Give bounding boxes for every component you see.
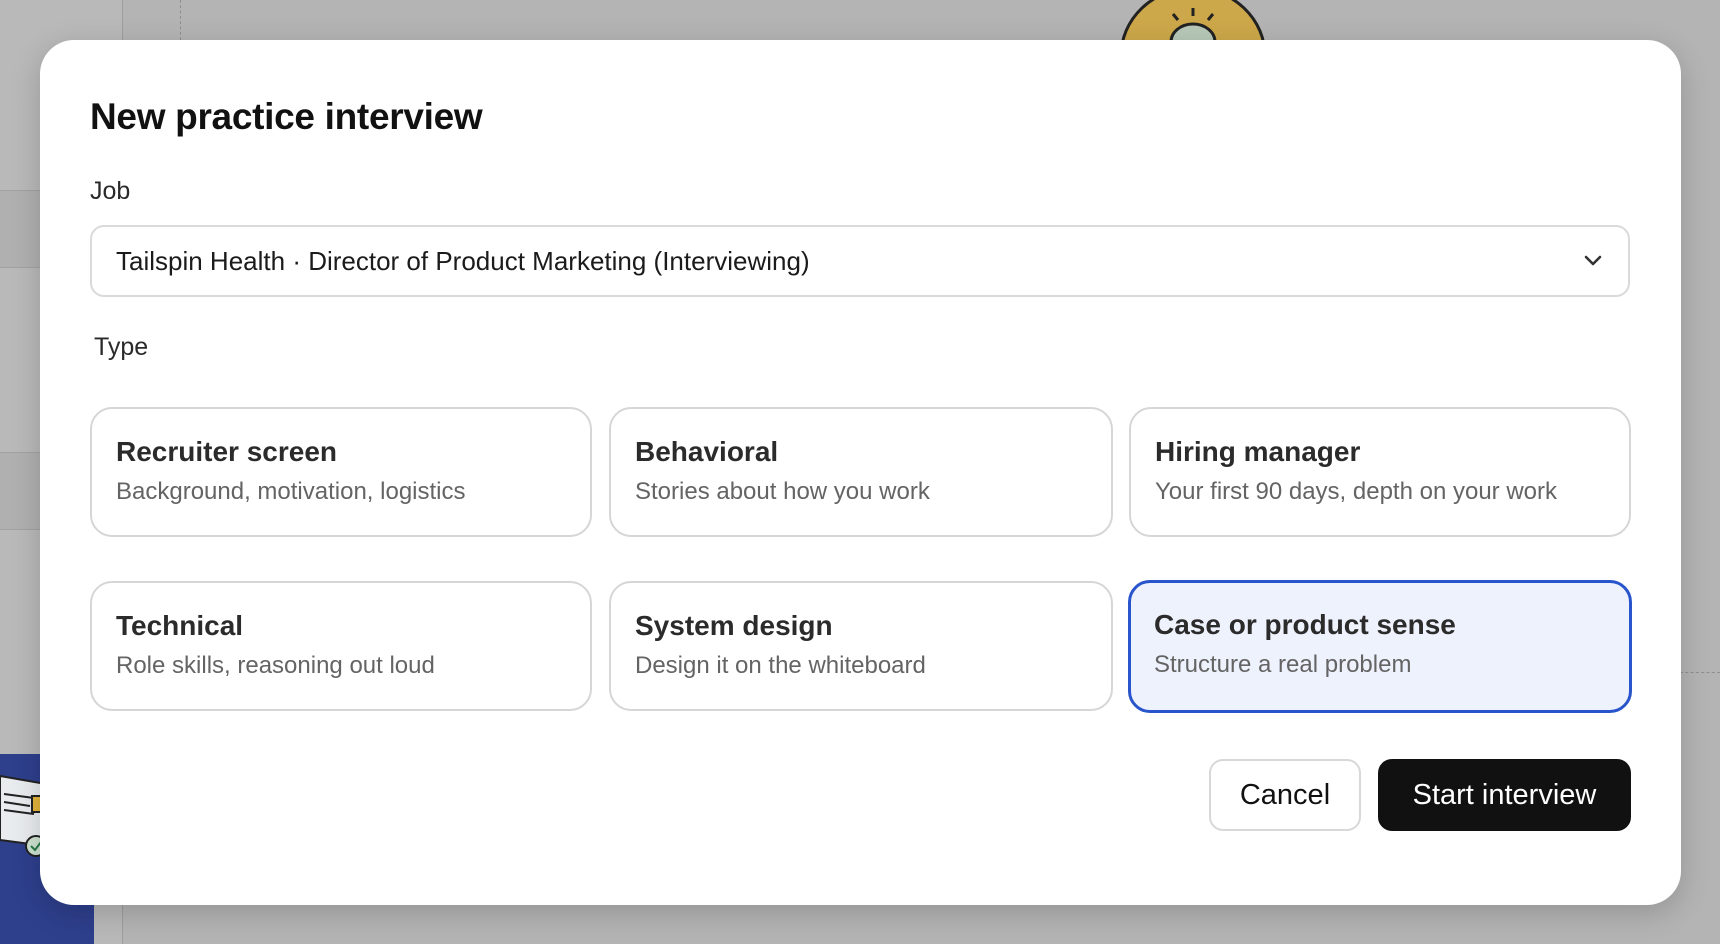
- job-select-value: Tailspin Health · Director of Product Ma…: [116, 245, 810, 276]
- background-divider: [180, 0, 181, 40]
- type-option-hiring-manager[interactable]: Hiring manager Your first 90 days, depth…: [1129, 407, 1631, 537]
- type-option-subtitle: Your first 90 days, depth on your work: [1155, 478, 1557, 505]
- type-option-case-or-product-sense[interactable]: Case or product sense Structure a real p…: [1128, 580, 1632, 713]
- type-option-title: Case or product sense: [1154, 609, 1456, 640]
- new-practice-interview-dialog: New practice interview Job Tailspin Heal…: [40, 40, 1681, 905]
- type-option-subtitle: Design it on the whiteboard: [635, 652, 926, 679]
- job-select[interactable]: Tailspin Health · Director of Product Ma…: [90, 225, 1630, 297]
- type-option-title: Hiring manager: [1155, 436, 1361, 467]
- type-option-subtitle: Background, motivation, logistics: [116, 478, 466, 505]
- type-option-behavioral[interactable]: Behavioral Stories about how you work: [609, 407, 1113, 537]
- start-interview-button[interactable]: Start interview: [1378, 759, 1631, 831]
- type-option-title: Technical: [116, 610, 244, 641]
- type-label: Type: [94, 333, 149, 361]
- type-option-technical[interactable]: Technical Role skills, reasoning out lou…: [90, 581, 592, 711]
- job-label: Job: [90, 177, 131, 205]
- type-option-subtitle: Role skills, reasoning out loud: [116, 652, 435, 679]
- cancel-button[interactable]: Cancel: [1209, 759, 1361, 831]
- type-option-subtitle: Structure a real problem: [1154, 651, 1412, 678]
- type-option-title: Behavioral: [635, 436, 779, 467]
- dialog-title: New practice interview: [90, 96, 483, 137]
- type-option-system-design[interactable]: System design Design it on the whiteboar…: [609, 581, 1113, 711]
- chevron-down-icon: [1582, 250, 1604, 272]
- type-option-title: System design: [635, 610, 833, 641]
- type-option-recruiter-screen[interactable]: Recruiter screen Background, motivation,…: [90, 407, 592, 537]
- type-option-title: Recruiter screen: [116, 436, 338, 467]
- background-divider: [1680, 672, 1720, 673]
- type-option-subtitle: Stories about how you work: [635, 478, 930, 505]
